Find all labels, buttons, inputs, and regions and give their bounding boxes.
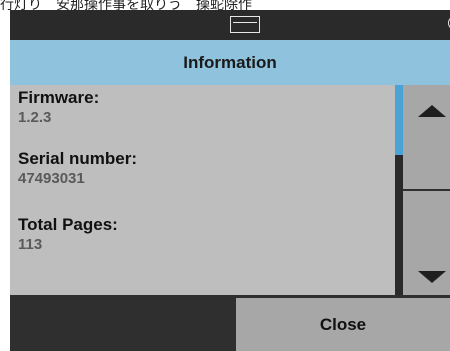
field-label: Total Pages: <box>18 215 118 234</box>
triangle-up-icon <box>417 105 446 117</box>
field-value: 113 <box>18 236 43 253</box>
field-serial-number: Serial number: 47493031 <box>18 149 137 189</box>
top-cropped-text: 行灯り 安那操作事を取りう 操蛇除作 <box>0 0 450 10</box>
top-cropped-text-line: 行灯り 安那操作事を取りう 操蛇除作 <box>0 0 252 10</box>
field-label: Firmware: <box>18 88 100 107</box>
header: Information <box>10 40 450 85</box>
field-label: Serial number: <box>18 149 138 168</box>
information-screen: Information Firmware: 1.2.3 Serial numbe… <box>10 10 450 351</box>
info-list: Firmware: 1.2.3 Serial number: 47493031 … <box>10 85 395 295</box>
close-button[interactable]: Close <box>236 298 450 351</box>
field-total-pages: Total Pages: 113 <box>18 215 118 255</box>
scroll-down-button[interactable] <box>403 191 450 295</box>
page-title: Information <box>183 52 277 72</box>
scrollbar[interactable] <box>395 85 403 295</box>
field-value: 1.2.3 <box>18 109 52 126</box>
field-value: 47493031 <box>18 170 85 187</box>
status-bar <box>10 10 450 40</box>
footer-empty-area <box>10 295 236 351</box>
field-firmware: Firmware: 1.2.3 <box>18 88 99 128</box>
scroll-up-button[interactable] <box>403 85 450 189</box>
printer-icon <box>230 16 260 33</box>
triangle-down-icon <box>417 271 446 283</box>
scrollbar-thumb[interactable] <box>395 85 403 155</box>
